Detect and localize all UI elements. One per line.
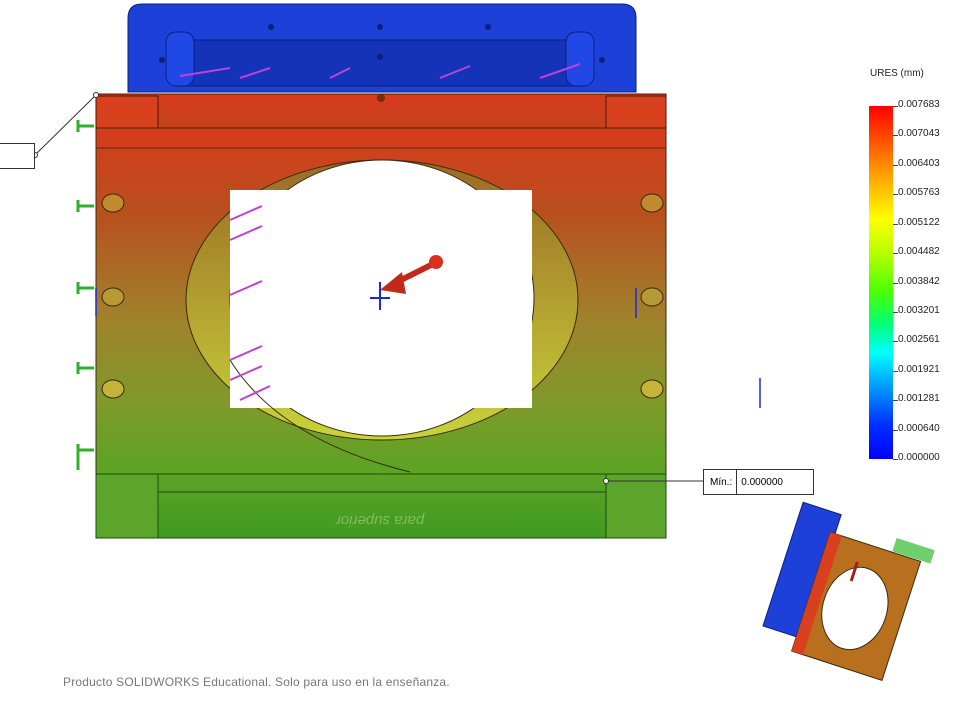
legend-tick [893,223,898,225]
blue-frame [127,3,637,93]
orientation-preview [762,501,935,681]
legend-value: 0.006403 [898,157,940,169]
legend-tick [893,282,898,284]
legend-value: 0.003842 [898,275,940,287]
legend-tick [893,311,898,313]
legend-value: 0.007683 [898,99,940,110]
legend-tick [893,135,898,137]
min-label: Mín.: [704,470,738,494]
legend-tick [893,400,898,402]
legend-value: 0.005763 [898,187,940,199]
legend-value: 0.005122 [898,216,940,228]
model-viewport[interactable]: para superior [0,0,958,712]
legend-tick [893,106,898,107]
min-value: 0.000000 [741,476,783,488]
legend-value: 0.003201 [898,304,940,316]
max-callout-box [0,143,35,169]
legend-value: 0.007043 [898,128,940,140]
legend-value: 0.001281 [898,393,940,405]
legend-tick [893,429,898,431]
legend-value: 0.001921 [898,363,940,375]
legend-tick [893,459,898,460]
educational-watermark: Producto SOLIDWORKS Educational. Solo pa… [63,675,450,689]
legend-title: URES (mm) [870,68,924,79]
legend-tick [893,370,898,372]
legend-value: 0.004482 [898,246,940,258]
min-callout: Mín.: 0.000000 [703,469,814,495]
part-engraving: para superior [335,512,425,529]
fixture-arrows [76,120,94,470]
legend-tick [893,194,898,196]
legend-value: 0.000000 [898,452,940,463]
model-graphics: para superior [32,3,935,681]
legend-tick [893,253,898,255]
legend-color-bar [869,106,893,459]
legend-value: 0.002561 [898,334,940,346]
legend-tick [893,164,898,166]
legend-tick [893,341,898,343]
legend-value: 0.000640 [898,422,940,434]
